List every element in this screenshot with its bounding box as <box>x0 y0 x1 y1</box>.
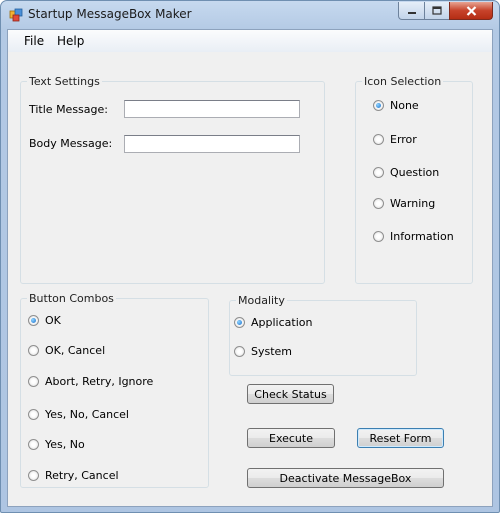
radio-icon-warning[interactable]: Warning <box>373 197 435 210</box>
radio-button[interactable] <box>373 198 384 209</box>
reset-form-button[interactable]: Reset Form <box>357 428 444 448</box>
radio-button[interactable] <box>373 231 384 242</box>
window-title: Startup MessageBox Maker <box>28 7 192 21</box>
check-status-button[interactable]: Check Status <box>247 384 334 404</box>
radio-label: OK, Cancel <box>45 344 106 357</box>
radio-button[interactable] <box>28 345 39 356</box>
radio-button[interactable] <box>28 470 39 481</box>
modality-group: Modality Application System <box>229 294 417 376</box>
radio-modality-application[interactable]: Application <box>234 316 312 329</box>
menu-bar: File Help <box>8 30 492 52</box>
title-message-input[interactable] <box>124 100 300 118</box>
radio-button[interactable] <box>373 134 384 145</box>
menu-file[interactable]: File <box>18 34 50 48</box>
radio-label: Abort, Retry, Ignore <box>45 375 154 388</box>
icon-selection-label: Icon Selection <box>362 75 444 88</box>
radio-label: None <box>390 99 419 112</box>
title-message-label: Title Message: <box>29 103 108 116</box>
close-icon <box>466 5 476 16</box>
radio-button[interactable] <box>373 100 384 111</box>
radio-icon-none[interactable]: None <box>373 99 419 112</box>
radio-combo-ok-cancel[interactable]: OK, Cancel <box>28 344 105 357</box>
radio-label: Yes, No <box>45 438 85 451</box>
radio-combo-yes-no[interactable]: Yes, No <box>28 438 85 451</box>
radio-label: OK <box>45 314 61 327</box>
radio-combo-ok[interactable]: OK <box>28 314 61 327</box>
radio-button[interactable] <box>373 167 384 178</box>
deactivate-messagebox-button[interactable]: Deactivate MessageBox <box>247 468 444 488</box>
radio-icon-information[interactable]: Information <box>373 230 454 243</box>
radio-combo-yes-no-cancel[interactable]: Yes, No, Cancel <box>28 408 129 421</box>
radio-button[interactable] <box>234 346 245 357</box>
radio-modality-system[interactable]: System <box>234 345 292 358</box>
radio-button[interactable] <box>28 439 39 450</box>
icon-selection-group: Icon Selection None Error Question Warni… <box>355 75 473 284</box>
maximize-icon <box>432 6 442 15</box>
title-bar[interactable]: Startup MessageBox Maker <box>1 1 499 29</box>
form-client-area: File Help Text Settings Title Message: B… <box>7 29 493 507</box>
maximize-button[interactable] <box>424 2 450 20</box>
modality-label: Modality <box>236 294 287 307</box>
app-window: Startup MessageBox Maker File Help Text … <box>0 0 500 513</box>
button-combos-group: Button Combos OK OK, Cancel Abort, Retry… <box>20 292 209 488</box>
app-form-icon <box>9 8 23 22</box>
radio-button[interactable] <box>234 317 245 328</box>
radio-label: Yes, No, Cancel <box>45 408 129 421</box>
execute-button[interactable]: Execute <box>247 428 335 448</box>
radio-label: Retry, Cancel <box>45 469 119 482</box>
radio-label: Error <box>390 133 417 146</box>
menu-help[interactable]: Help <box>51 34 90 48</box>
body-message-input[interactable] <box>124 135 300 153</box>
radio-combo-retry-cancel[interactable]: Retry, Cancel <box>28 469 119 482</box>
radio-button[interactable] <box>28 376 39 387</box>
radio-label: Question <box>390 166 440 179</box>
minimize-button[interactable] <box>398 2 425 20</box>
radio-icon-question[interactable]: Question <box>373 166 439 179</box>
radio-label: System <box>251 345 293 358</box>
radio-button[interactable] <box>28 409 39 420</box>
radio-label: Application <box>251 316 313 329</box>
radio-combo-abort-retry-ignore[interactable]: Abort, Retry, Ignore <box>28 375 153 388</box>
radio-icon-error[interactable]: Error <box>373 133 417 146</box>
radio-button[interactable] <box>28 315 39 326</box>
button-combos-label: Button Combos <box>27 292 116 305</box>
radio-label: Warning <box>390 197 436 210</box>
text-settings-group: Text Settings Title Message: Body Messag… <box>20 75 325 284</box>
close-button[interactable] <box>449 2 493 20</box>
text-settings-label: Text Settings <box>27 75 102 88</box>
minimize-icon <box>407 11 416 14</box>
radio-label: Information <box>390 230 454 243</box>
body-message-label: Body Message: <box>29 137 113 150</box>
